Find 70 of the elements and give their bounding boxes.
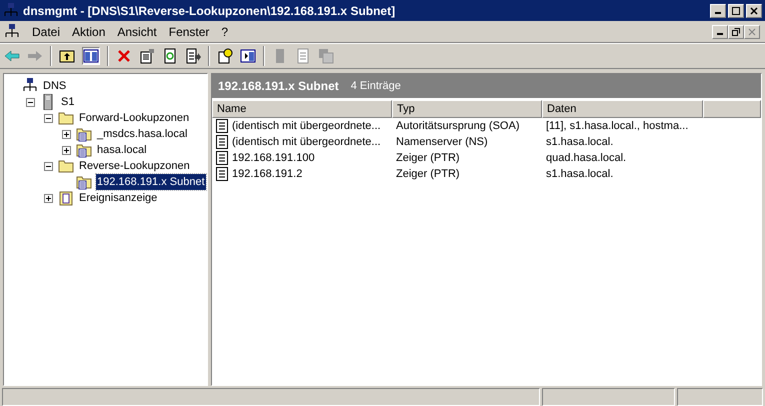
menu-item[interactable]: ? bbox=[221, 22, 228, 40]
collapse-toggle[interactable] bbox=[44, 114, 52, 122]
tree-item[interactable]: hasa.local bbox=[96, 142, 148, 158]
menu-item[interactable]: Datei bbox=[32, 22, 60, 40]
header-title: 192.168.191.x Subnet bbox=[218, 78, 339, 95]
table-cell-text: [11], s1.hasa.local., hostma... bbox=[546, 118, 688, 134]
pane-icon[interactable] bbox=[240, 48, 256, 64]
zone-folder-icon bbox=[76, 174, 92, 190]
tree-item[interactable]: Ereignisanzeige bbox=[78, 190, 158, 206]
tree-item[interactable]: S1 bbox=[60, 94, 76, 110]
left-arrow-icon[interactable] bbox=[4, 48, 20, 64]
folder-up-icon[interactable] bbox=[59, 48, 75, 64]
expand-toggle[interactable] bbox=[44, 194, 52, 202]
record-icon bbox=[216, 135, 228, 149]
window-title: dnsmgmt - [DNS\S1\Reverse-Lookupzonen\192.168.191.x Subnet] bbox=[23, 2, 396, 20]
entry-count: 4 Einträge bbox=[350, 78, 401, 94]
split-pane-icon[interactable] bbox=[83, 48, 99, 64]
minimize-icon bbox=[717, 33, 723, 35]
tree-item[interactable]: _msdcs.hasa.local bbox=[96, 126, 188, 142]
table-cell-text: quad.hasa.local. bbox=[546, 150, 626, 166]
table-cell-text: s1.hasa.local. bbox=[546, 166, 614, 182]
menu-item[interactable]: Fenster bbox=[168, 22, 210, 40]
column-header[interactable]: Typ bbox=[392, 100, 542, 118]
export-list-icon[interactable] bbox=[185, 48, 201, 64]
refresh-icon[interactable] bbox=[162, 48, 178, 64]
collapse-toggle[interactable] bbox=[26, 98, 34, 106]
table-cell-text: 192.168.191.2 bbox=[232, 166, 302, 182]
column-header[interactable]: Daten bbox=[542, 100, 703, 118]
record-icon bbox=[216, 119, 228, 133]
close-icon bbox=[748, 28, 756, 36]
close-icon bbox=[750, 6, 758, 14]
network-icon bbox=[22, 78, 38, 94]
tree-item[interactable]: Forward-Lookupzonen bbox=[78, 110, 190, 126]
child-close-button[interactable] bbox=[744, 24, 760, 38]
table-cell-text: Zeiger (PTR) bbox=[396, 166, 460, 182]
table-cell-text: s1.hasa.local. bbox=[546, 134, 614, 150]
child-minimize-button[interactable] bbox=[712, 24, 728, 38]
expand-toggle[interactable] bbox=[62, 146, 70, 154]
table-cell-text: (identisch mit übergeordnete... bbox=[232, 134, 381, 150]
folder-icon bbox=[58, 158, 74, 174]
zone-folder-icon bbox=[76, 142, 92, 158]
event-log-icon bbox=[58, 190, 74, 206]
restore-icon bbox=[732, 28, 740, 36]
minimize-button[interactable] bbox=[710, 4, 726, 18]
column-header[interactable]: Name bbox=[212, 100, 392, 118]
collapse-toggle[interactable] bbox=[44, 162, 52, 170]
tree-item[interactable]: Reverse-Lookupzonen bbox=[78, 158, 191, 174]
table-cell-text: (identisch mit übergeordnete... bbox=[232, 118, 381, 134]
menu-item[interactable]: Ansicht bbox=[117, 22, 157, 40]
table-cell-text: Zeiger (PTR) bbox=[396, 150, 460, 166]
child-restore-button[interactable] bbox=[728, 24, 744, 38]
properties-icon[interactable] bbox=[139, 48, 155, 64]
record-icon bbox=[216, 167, 228, 181]
network-icon bbox=[3, 2, 19, 18]
maximize-button[interactable] bbox=[728, 4, 744, 18]
delete-icon[interactable] bbox=[116, 48, 132, 64]
menu-item[interactable]: Aktion bbox=[72, 22, 106, 40]
zone-folder-icon bbox=[76, 126, 92, 142]
table-cell-text: 192.168.191.100 bbox=[232, 150, 315, 166]
expand-toggle[interactable] bbox=[62, 130, 70, 138]
maximize-icon bbox=[732, 6, 740, 14]
close-button[interactable] bbox=[746, 4, 762, 18]
tree-item[interactable]: 192.168.191.x Subnet bbox=[96, 174, 206, 190]
table-cell-text: Namenserver (NS) bbox=[396, 134, 488, 150]
minimize-icon bbox=[715, 12, 721, 14]
folder-icon bbox=[58, 110, 74, 126]
table-cell-text: Autoritätsursprung (SOA) bbox=[396, 118, 520, 134]
network-icon bbox=[4, 24, 20, 40]
record-icon bbox=[216, 151, 228, 165]
tree-item[interactable]: DNS bbox=[42, 78, 68, 94]
